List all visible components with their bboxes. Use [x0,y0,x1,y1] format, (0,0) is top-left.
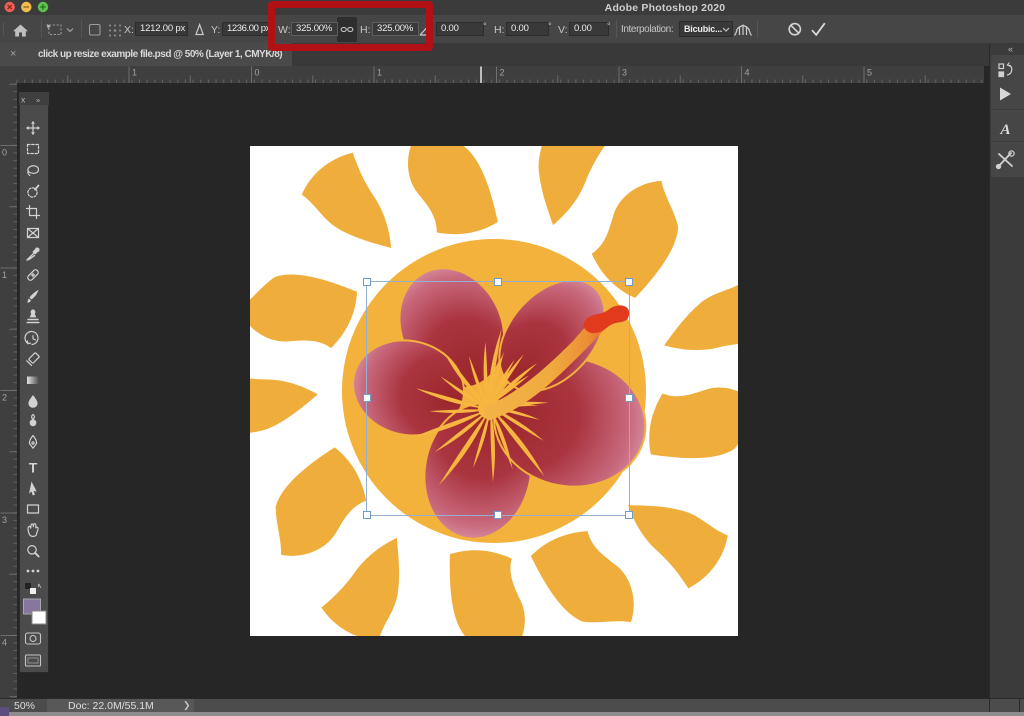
svg-text:A: A [999,122,1010,138]
svg-text:»: » [36,96,40,105]
svg-text:«: « [1008,44,1013,54]
svg-text:x: x [21,95,26,105]
svg-text:T: T [29,460,38,476]
